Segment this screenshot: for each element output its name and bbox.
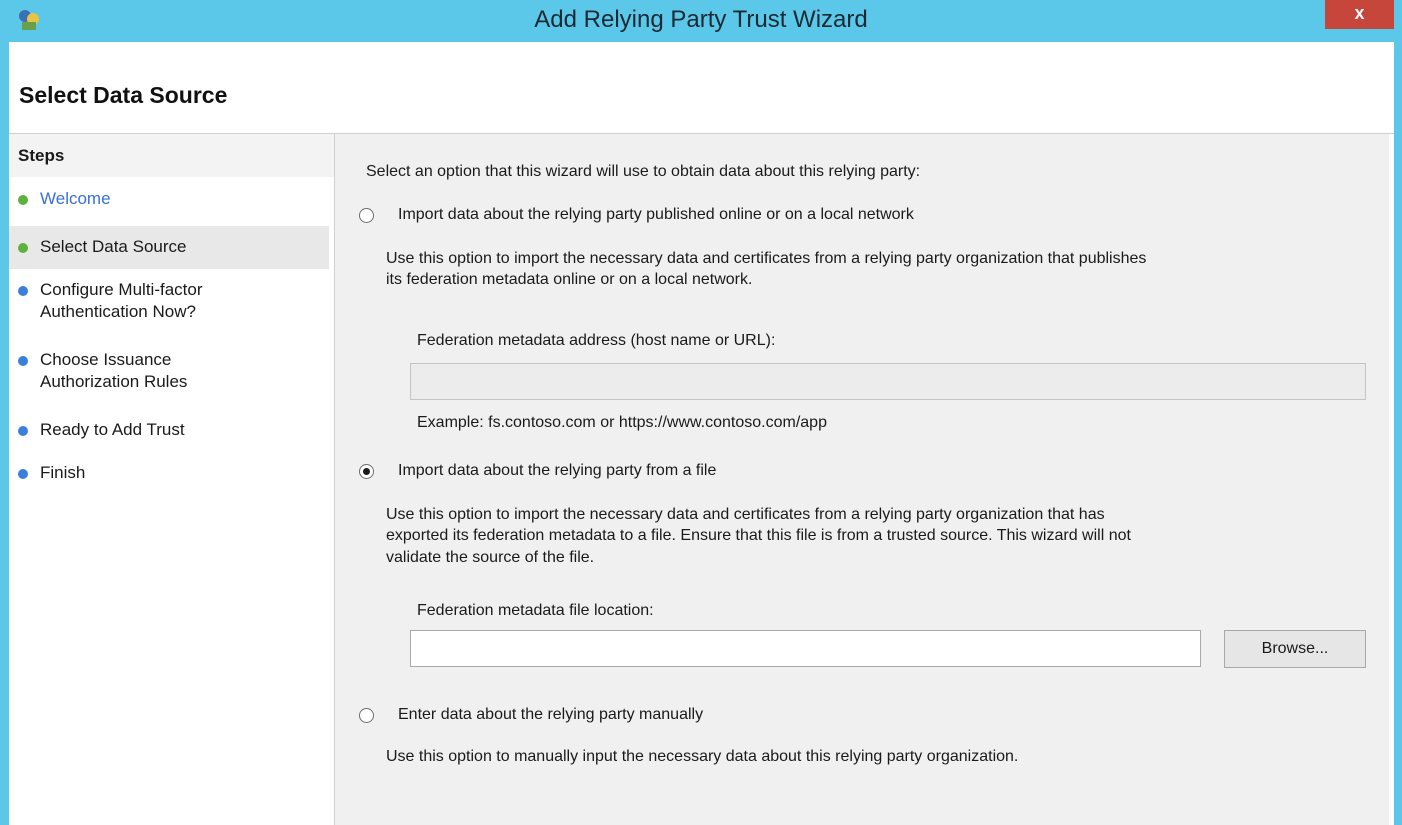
step-label-line2: Authentication Now? [40, 302, 196, 321]
radio-import-online[interactable] [359, 208, 374, 223]
page-title: Select Data Source [19, 82, 228, 108]
step-issuance-rules: Choose Issuance Authorization Rules [9, 347, 329, 397]
step-pending-icon [18, 469, 28, 479]
option-file-label[interactable]: Import data about the relying party from… [398, 460, 716, 481]
step-label: Select Data Source [40, 237, 187, 256]
close-button[interactable]: x [1325, 0, 1394, 29]
steps-panel: Steps Welcome Select Data Source Configu… [9, 134, 334, 825]
step-select-data-source: Select Data Source [9, 226, 329, 269]
metadata-address-input[interactable] [410, 363, 1366, 400]
step-label-line2: Authorization Rules [40, 372, 188, 391]
radio-enter-manually[interactable] [359, 708, 374, 723]
metadata-address-label: Federation metadata address (host name o… [417, 332, 776, 349]
step-pending-icon [18, 286, 28, 296]
step-label-line1: Configure Multi-factor [40, 280, 203, 299]
title-bar: Add Relying Party Trust Wizard x [0, 0, 1402, 42]
prompt-text: Select an option that this wizard will u… [366, 163, 921, 180]
wizard-header: Select Data Source [9, 42, 1394, 133]
step-pending-icon [18, 356, 28, 366]
step-welcome[interactable]: Welcome [9, 186, 329, 214]
step-ready-to-add-trust: Ready to Add Trust [9, 417, 329, 445]
step-label: Welcome [40, 189, 111, 208]
option-online-description-line1: Use this option to import the necessary … [386, 250, 1147, 267]
option-manual-label[interactable]: Enter data about the relying party manua… [398, 704, 703, 725]
option-online-description-line2: its federation metadata online or on a l… [386, 271, 753, 288]
step-configure-mfa: Configure Multi-factor Authentication No… [9, 277, 329, 327]
option-online-label[interactable]: Import data about the relying party publ… [398, 204, 914, 225]
step-label: Finish [40, 463, 86, 482]
step-pending-icon [18, 426, 28, 436]
option-file-description-line1: Use this option to import the necessary … [386, 506, 1105, 523]
metadata-file-label: Federation metadata file location: [417, 602, 654, 619]
step-current-icon [18, 243, 28, 253]
metadata-address-example: Example: fs.contoso.com or https://www.c… [417, 414, 827, 431]
window-title: Add Relying Party Trust Wizard [534, 6, 868, 33]
steps-heading-bar: Steps [9, 134, 334, 177]
steps-heading: Steps [18, 146, 65, 165]
step-completed-icon [18, 195, 28, 205]
browse-button[interactable]: Browse... [1224, 630, 1366, 668]
content-panel: Select an option that this wizard will u… [335, 134, 1389, 825]
metadata-file-input[interactable] [410, 630, 1201, 667]
step-label: Ready to Add Trust [40, 420, 185, 439]
option-file-description-line3: validate the source of the file. [386, 549, 595, 566]
option-file-description-line2: exported its federation metadata to a fi… [386, 527, 1131, 544]
wizard-window: Select Data Source Steps Welcome Select … [9, 42, 1394, 825]
option-manual-description: Use this option to manually input the ne… [386, 748, 1019, 765]
step-finish: Finish [9, 460, 329, 488]
step-label-line1: Choose Issuance [40, 350, 172, 369]
window-border-right [1394, 42, 1402, 825]
radio-import-file[interactable] [359, 464, 374, 479]
